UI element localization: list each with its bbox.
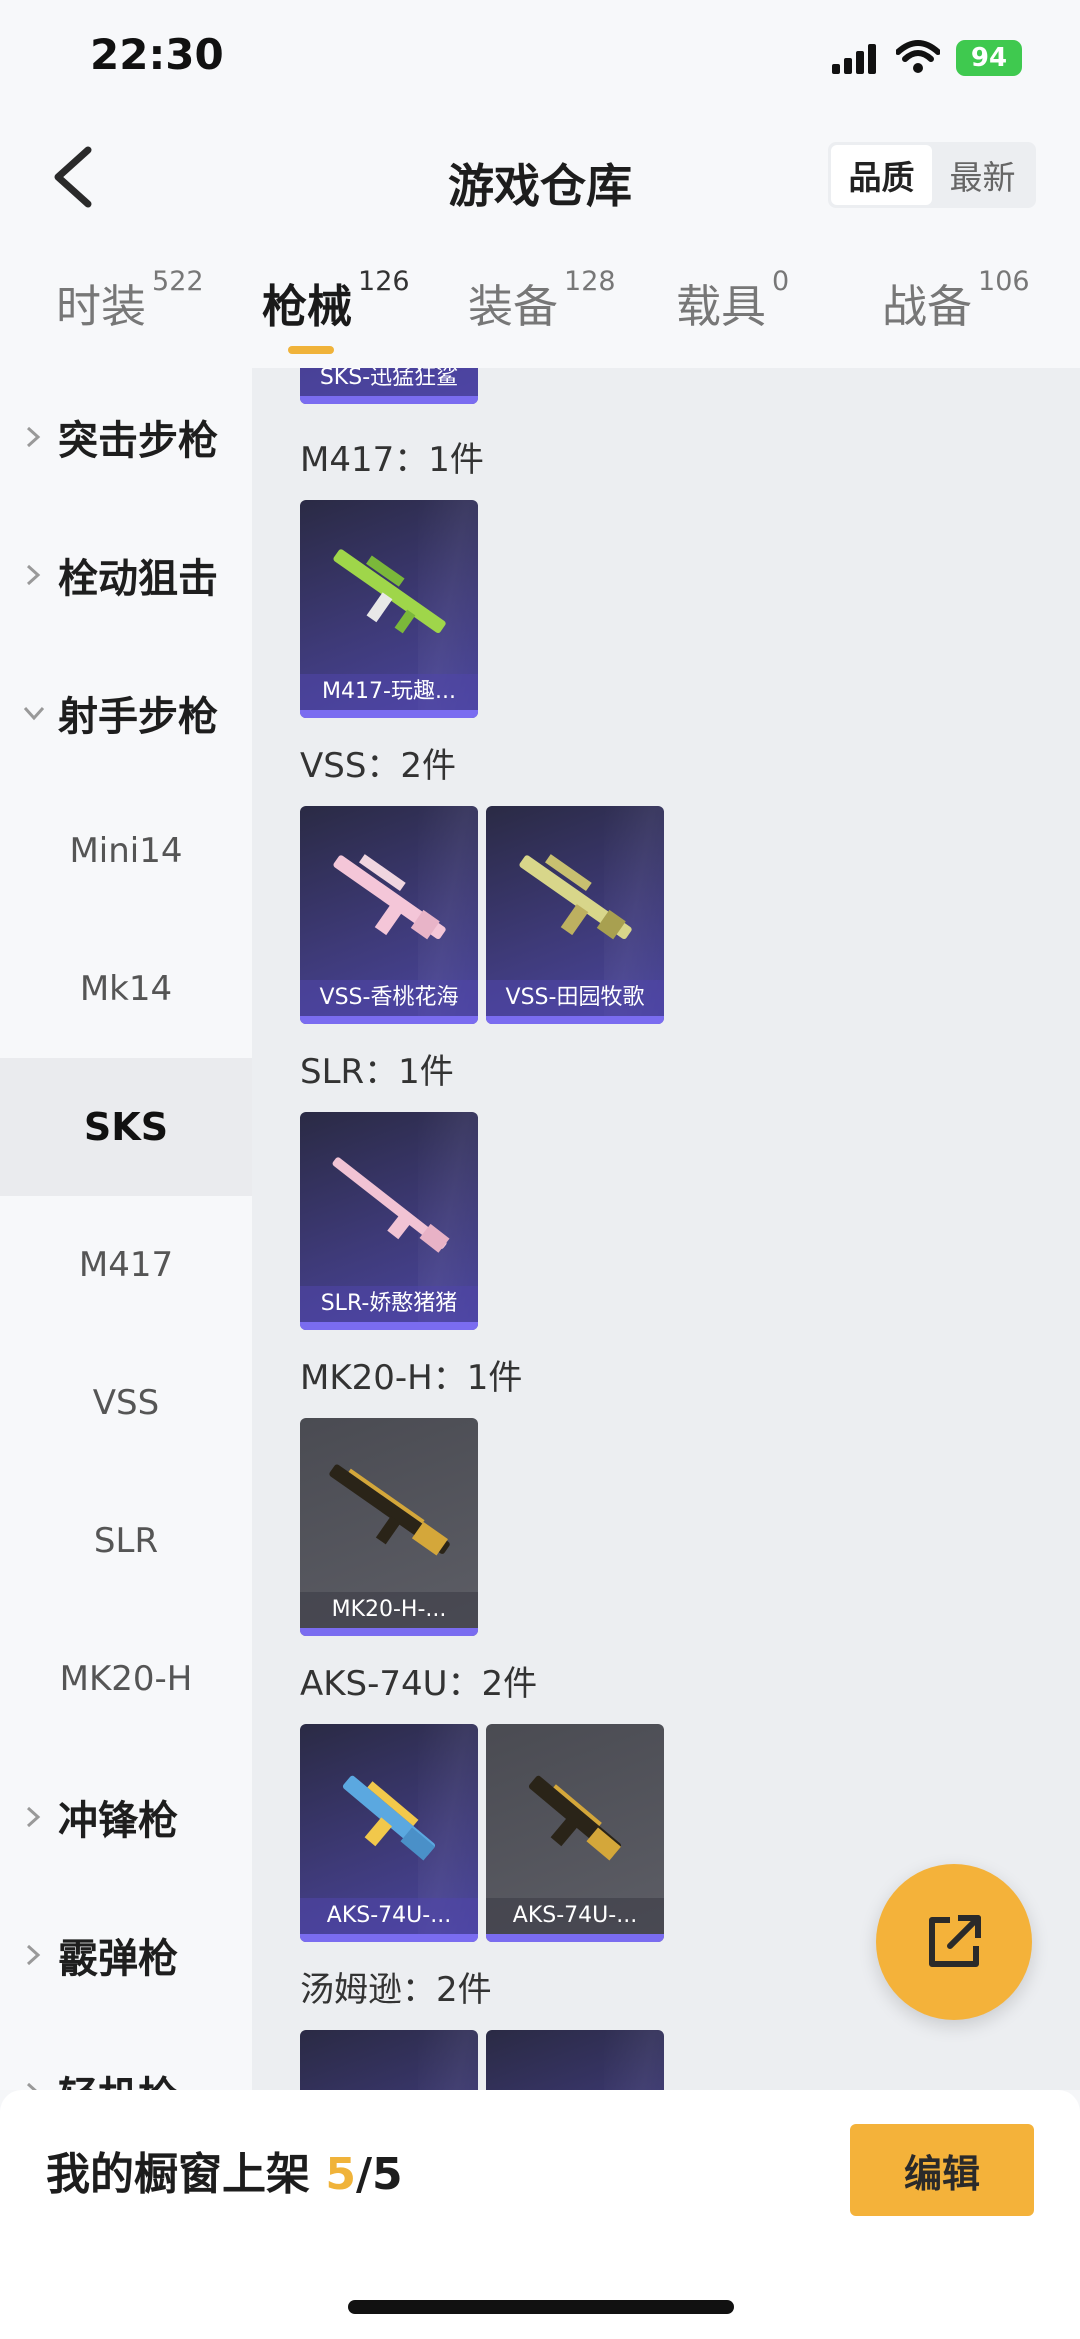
card-rarity-bar bbox=[300, 396, 478, 404]
sidebar-item-lmg[interactable]: 轻机枪 bbox=[0, 2024, 252, 2090]
card-rarity-bar bbox=[300, 1016, 478, 1024]
card-stripe bbox=[418, 2030, 478, 2090]
item-card-name: AKS-74U-... bbox=[300, 1898, 478, 1934]
sidebar-item-smg[interactable]: 冲锋枪 bbox=[0, 1748, 252, 1886]
group-label: VSS：2件 bbox=[300, 746, 457, 786]
external-link-icon bbox=[929, 1915, 981, 1967]
item-card[interactable]: M417-玩趣... bbox=[300, 500, 478, 718]
rifle-icon bbox=[332, 1157, 450, 1253]
sidebar-item-sks[interactable]: SKS bbox=[0, 1058, 252, 1196]
header: 游戏仓库 品质 最新 bbox=[0, 120, 1080, 240]
chevron-right-icon bbox=[26, 2082, 37, 2090]
sidebar-item-bolt-sniper[interactable]: 栓动狙击 bbox=[0, 506, 252, 644]
status-bar: 22:30 94 bbox=[0, 0, 1080, 120]
sidebar-item-assault-rifle[interactable]: 突击步枪 bbox=[0, 368, 252, 506]
item-card[interactable]: AKS-74U-... bbox=[486, 1724, 664, 1942]
rifle-icon bbox=[528, 1775, 622, 1861]
group-label: SLR：1件 bbox=[300, 1052, 454, 1092]
chevron-right-icon bbox=[26, 426, 41, 448]
tab-equipment[interactable]: 装备 128 bbox=[468, 266, 616, 335]
card-rarity-bar bbox=[486, 1934, 664, 1942]
tab-outfits[interactable]: 时装 522 bbox=[56, 266, 204, 335]
group-label: MK20-H：1件 bbox=[300, 1358, 523, 1398]
item-list[interactable]: SKS-迅猛狂鲨 M417：1件 M417-玩趣... VSS：2件 VSS-香… bbox=[252, 368, 1080, 2090]
chevron-down-icon bbox=[23, 706, 45, 721]
status-time: 22:30 bbox=[90, 30, 224, 79]
item-card[interactable]: VSS-田园牧歌 bbox=[486, 806, 664, 1024]
edit-button[interactable]: 编辑 bbox=[850, 2124, 1034, 2216]
sidebar-item-mini14[interactable]: Mini14 bbox=[0, 782, 252, 920]
tab-guns[interactable]: 枪械 126 bbox=[262, 266, 410, 335]
tab-vehicles[interactable]: 载具 0 bbox=[676, 266, 789, 335]
sidebar-item-shotgun[interactable]: 霰弹枪 bbox=[0, 1886, 252, 2024]
signal-icon bbox=[832, 44, 876, 74]
tab-supplies[interactable]: 战备 106 bbox=[882, 266, 1030, 335]
showcase-count: 5 bbox=[325, 2149, 356, 2200]
sort-toggle: 品质 最新 bbox=[828, 142, 1036, 208]
rifle-icon bbox=[333, 854, 446, 940]
card-rarity-bar bbox=[300, 1934, 478, 1942]
chevron-right-icon bbox=[26, 564, 41, 586]
sidebar-item-vss[interactable]: VSS bbox=[0, 1334, 252, 1472]
card-rarity-bar bbox=[300, 1628, 478, 1636]
sort-quality-button[interactable]: 品质 bbox=[831, 145, 932, 205]
chevron-right-icon bbox=[26, 1944, 41, 1966]
sidebar-item-slr[interactable]: SLR bbox=[0, 1472, 252, 1610]
item-card-name: VSS-田园牧歌 bbox=[486, 980, 664, 1016]
item-card[interactable]: SLR-娇憨猪猪 bbox=[300, 1112, 478, 1330]
wifi-icon bbox=[896, 40, 940, 73]
item-card-name: SKS-迅猛狂鲨 bbox=[300, 368, 478, 396]
category-tabs: 时装 522 枪械 126 装备 128 载具 0 战备 106 bbox=[0, 240, 1080, 368]
item-card[interactable] bbox=[486, 2030, 664, 2090]
battery-indicator: 94 bbox=[956, 40, 1022, 76]
chevron-right-icon bbox=[26, 1806, 41, 1828]
share-button[interactable] bbox=[876, 1864, 1032, 2020]
card-rarity-bar bbox=[300, 1322, 478, 1330]
item-card-name: SLR-娇憨猪猪 bbox=[300, 1286, 478, 1322]
sort-newest-button[interactable]: 最新 bbox=[932, 145, 1033, 205]
rifle-icon bbox=[342, 1775, 436, 1861]
card-rarity-bar bbox=[486, 1016, 664, 1024]
card-rarity-bar bbox=[300, 710, 478, 718]
card-stripe bbox=[604, 2030, 664, 2090]
item-card-name: VSS-香桃花海 bbox=[300, 980, 478, 1016]
active-tab-indicator bbox=[288, 346, 334, 354]
sidebar: 突击步枪 栓动狙击 射手步枪 Mini14 Mk14 SKS M417 VSS … bbox=[0, 368, 252, 2090]
sidebar-item-mk20h[interactable]: MK20-H bbox=[0, 1610, 252, 1748]
group-label: AKS-74U：2件 bbox=[300, 1664, 538, 1704]
item-card[interactable]: SKS-迅猛狂鲨 bbox=[300, 368, 478, 404]
rifle-icon bbox=[333, 549, 446, 634]
item-card[interactable]: VSS-香桃花海 bbox=[300, 806, 478, 1024]
sidebar-item-mk14[interactable]: Mk14 bbox=[0, 920, 252, 1058]
group-label: M417：1件 bbox=[300, 440, 484, 480]
rifle-icon bbox=[329, 1464, 450, 1556]
item-card[interactable] bbox=[300, 2030, 478, 2090]
home-indicator bbox=[348, 2300, 734, 2314]
sidebar-item-marksman-rifle[interactable]: 射手步枪 bbox=[0, 644, 252, 782]
showcase-status: 我的橱窗上架 5/5 bbox=[46, 2149, 403, 2200]
sidebar-item-m417[interactable]: M417 bbox=[0, 1196, 252, 1334]
item-card[interactable]: AKS-74U-... bbox=[300, 1724, 478, 1942]
rifle-icon bbox=[519, 854, 632, 940]
item-card-name: M417-玩趣... bbox=[300, 674, 478, 710]
item-card-name: AKS-74U-... bbox=[486, 1898, 664, 1934]
item-card-name: MK20-H-... bbox=[300, 1592, 478, 1628]
group-label: 汤姆逊：2件 bbox=[300, 1970, 492, 2010]
item-card[interactable]: MK20-H-... bbox=[300, 1418, 478, 1636]
